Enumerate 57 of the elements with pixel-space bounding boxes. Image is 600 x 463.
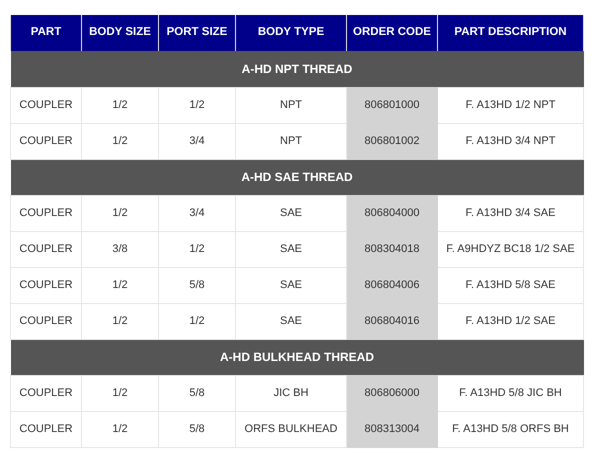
table-cell: 806801002 — [346, 123, 438, 159]
table-cell: F. A13HD 3/4 SAE — [438, 195, 584, 231]
column-header: PORT SIZE — [158, 15, 236, 51]
table-cell: 806804016 — [346, 303, 438, 339]
table-cell: 1/2 — [82, 195, 158, 231]
table-cell: 3/4 — [158, 195, 236, 231]
table-cell: COUPLER — [10, 87, 82, 123]
table-cell: SAE — [236, 303, 346, 339]
table-cell: 5/8 — [158, 375, 236, 411]
table-cell: 806806000 — [346, 375, 438, 411]
table-cell: COUPLER — [10, 231, 82, 267]
table-cell: 806804000 — [346, 195, 438, 231]
table-cell: 1/2 — [82, 303, 158, 339]
table-cell: 1/2 — [82, 411, 158, 447]
table-cell: 1/2 — [82, 123, 158, 159]
table-cell: NPT — [236, 123, 346, 159]
column-header: PART DESCRIPTION — [438, 15, 584, 51]
table-cell: COUPLER — [10, 267, 82, 303]
table-cell: F. A13HD 1/2 NPT — [438, 87, 584, 123]
table-cell: JIC BH — [236, 375, 346, 411]
table-cell: 808304018 — [346, 231, 438, 267]
table-cell: SAE — [236, 195, 346, 231]
table-cell: 5/8 — [158, 267, 236, 303]
table-cell: ORFS BULKHEAD — [236, 411, 346, 447]
table-cell: F. A13HD 1/2 SAE — [438, 303, 584, 339]
table-cell: 806801000 — [346, 87, 438, 123]
column-header: BODY TYPE — [236, 15, 346, 51]
table-cell: 1/2 — [82, 267, 158, 303]
table-cell: F. A9HDYZ BC18 1/2 SAE — [438, 231, 584, 267]
table-cell: F. A13HD 3/4 NPT — [438, 123, 584, 159]
table-cell: 1/2 — [158, 303, 236, 339]
table-cell: COUPLER — [10, 411, 82, 447]
table-cell: F. A13HD 5/8 ORFS BH — [438, 411, 584, 447]
table-cell: NPT — [236, 87, 346, 123]
table-cell: F. A13HD 5/8 JIC BH — [438, 375, 584, 411]
table-cell: 1/2 — [82, 375, 158, 411]
table-cell: SAE — [236, 267, 346, 303]
table-cell: 1/2 — [158, 231, 236, 267]
table-cell: COUPLER — [10, 375, 82, 411]
table-cell: COUPLER — [10, 123, 82, 159]
column-header: PART — [10, 15, 82, 51]
column-header: BODY SIZE — [82, 15, 158, 51]
table-cell: F. A13HD 5/8 SAE — [438, 267, 584, 303]
table-cell: COUPLER — [10, 303, 82, 339]
table-cell: 3/4 — [158, 123, 236, 159]
column-header: ORDER CODE — [346, 15, 438, 51]
table-cell: 5/8 — [158, 411, 236, 447]
table-cell: SAE — [236, 231, 346, 267]
table-cell: 1/2 — [82, 87, 158, 123]
table-cell: 1/2 — [158, 87, 236, 123]
section-header: A-HD BULKHEAD THREAD — [10, 339, 584, 375]
table-cell: 3/8 — [82, 231, 158, 267]
section-header: A-HD NPT THREAD — [10, 51, 584, 87]
table-cell: COUPLER — [10, 195, 82, 231]
table-cell: 808313004 — [346, 411, 438, 447]
section-header: A-HD SAE THREAD — [10, 159, 584, 195]
table-cell: 806804006 — [346, 267, 438, 303]
